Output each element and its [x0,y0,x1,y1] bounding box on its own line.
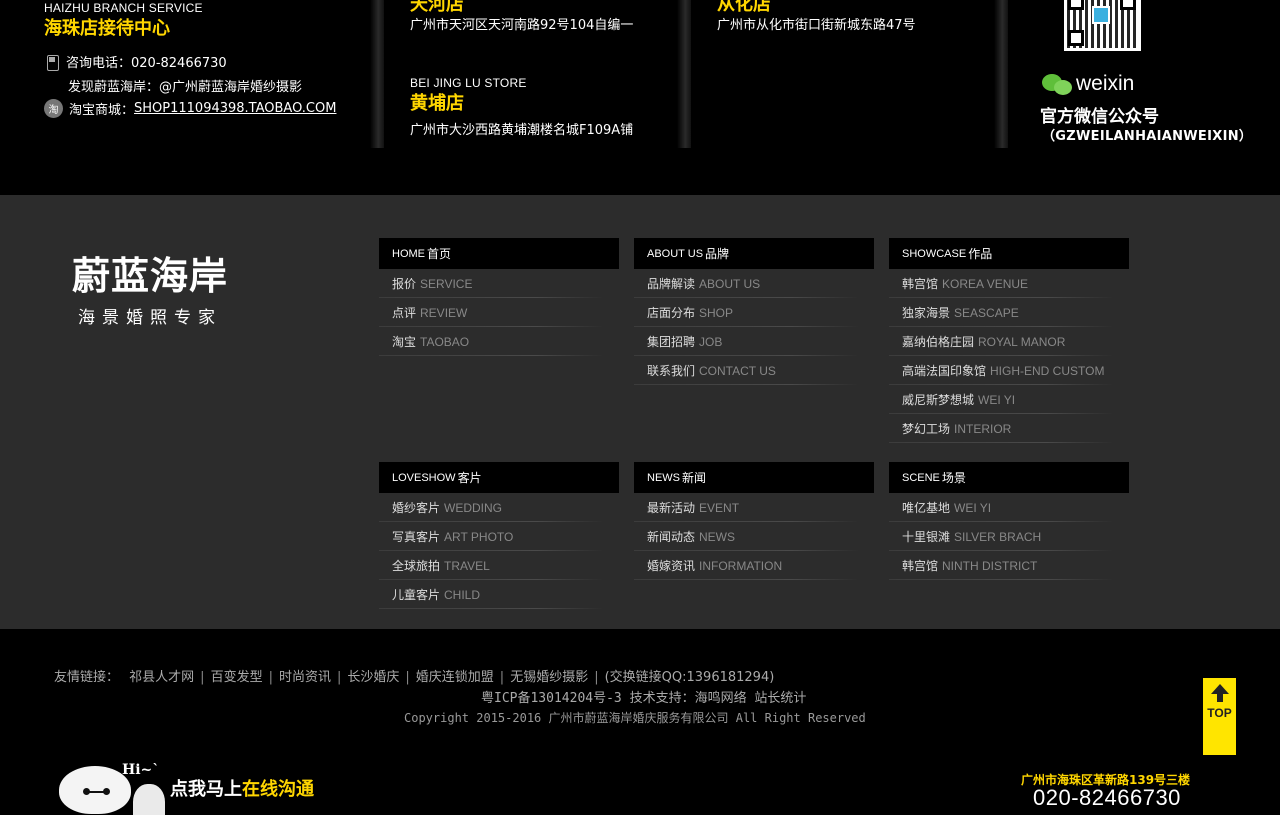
taobao-icon: 淘 [44,99,63,118]
phone-line: 咨询电话：020-82466730 [44,52,227,71]
nav-head-about[interactable]: ABOUT US 品牌 [634,238,874,269]
phone-text: 咨询电话：020-82466730 [66,56,227,71]
nav-item-art-photo[interactable]: 写真客片 ART PHOTO [379,522,619,551]
nav-item-job[interactable]: 集团招聘 JOB [634,327,874,356]
nav-item-wei-yi[interactable]: 威尼斯梦想城 WEI YI [889,385,1129,414]
taobao-link[interactable]: SHOP111094398.TAOBAO.COM [134,101,336,116]
exchange-link-note: (交换链接QQ:1396181294) [604,670,775,685]
nav-item-contact[interactable]: 联系我们 CONTACT US [634,356,874,385]
column-divider [370,0,384,148]
brand-tagline: 海景婚照专家 [78,308,222,328]
wechat-icon [1042,72,1072,96]
nav-item-review[interactable]: 点评 REVIEW [379,298,619,327]
footer-nav-section: 蔚蓝海岸 海景婚照专家 HOME 首页 报价 SERVICE 点评 REVIEW 淘宝… [0,195,1280,629]
nav-item-taobao[interactable]: 淘宝 TAOBAO [379,327,619,356]
friend-link[interactable]: 祁县人才网 [129,670,194,685]
chat-greeting: Hi~` [122,762,160,778]
nav-head-scene[interactable]: SCENE 场景 [889,462,1129,493]
chat-prefix: 点我马上 [170,779,242,800]
nav-head-showcase[interactable]: SHOWCASE 作品 [889,238,1129,269]
brand-logo[interactable]: 蔚蓝海岸 [72,257,228,295]
store-name-haizhu: 海珠店接待中心 [44,18,170,39]
wechat-logo-text: weixin [1076,72,1135,95]
wechat-logo: weixin [1042,72,1134,96]
back-to-top-label: TOP [1207,706,1232,720]
nav-head-news[interactable]: NEWS 新闻 [634,462,874,493]
nav-item-royal-manor[interactable]: 嘉纳伯格庄园 ROYAL MANOR [889,327,1129,356]
wechat-qr-code [1064,0,1141,51]
back-to-top-button[interactable]: TOP [1203,678,1236,755]
nav-item-korea-venue[interactable]: 韩宫馆 KOREA VENUE [889,269,1129,298]
friend-link[interactable]: 时尚资讯 [279,670,331,685]
store-en-huangpu: BEI JING LU STORE [410,76,527,90]
column-divider [677,0,691,148]
nav-head-home[interactable]: HOME 首页 [379,238,619,269]
icp-record[interactable]: 粤ICP备13014204号-3 技术支持：海鸣网络 站长统计 [481,687,806,706]
nav-group-scene: SCENE 场景 唯亿基地 WEI YI 十里银滩 SILVER BRACH 韩宫馆 N… [889,462,1129,580]
store-en-haizhu: HAIZHU BRANCH SERVICE [44,1,203,15]
chat-highlight: 在线沟通 [242,779,314,800]
nav-group-home: HOME 首页 报价 SERVICE 点评 REVIEW 淘宝 TAOBAO [379,238,619,356]
store-addr-tianhe: 广州市天河区天河南路92号104自编一 [410,18,634,33]
store-addr-huangpu: 广州市大沙西路黄埔潮楼名城F109A铺 [410,123,634,138]
nav-group-showcase: SHOWCASE 作品 韩宫馆 KOREA VENUE 独家海景 SEASCAPE 嘉… [889,238,1129,443]
nav-group-news: NEWS 新闻 最新活动 EVENT 新闻动态 NEWS 婚嫁资讯 INFORMATIO… [634,462,874,580]
friend-link[interactable]: 百变发型 [211,670,263,685]
nav-item-news[interactable]: 新闻动态 NEWS [634,522,874,551]
nav-item-event[interactable]: 最新活动 EVENT [634,493,874,522]
friend-link[interactable]: 长沙婚庆 [347,670,399,685]
taobao-line: 淘 淘宝商城： SHOP111094398.TAOBAO.COM [44,99,336,118]
weibo-line[interactable]: 发现蔚蓝海岸：@广州蔚蓝海岸婚纱摄影 [68,76,302,95]
copyright: Copyright 2015-2016 广州市蔚蓝海岸婚庆服务有限公司 All … [404,711,866,725]
bottom-phone: 020-82466730 [1033,785,1181,810]
qr-center-logo [1092,6,1110,24]
nav-item-shop[interactable]: 店面分布 SHOP [634,298,874,327]
nav-group-about: ABOUT US 品牌 品牌解读 ABOUT US 店面分布 SHOP 集团招聘 JOB… [634,238,874,385]
store-addr-conghua: 广州市从化市街口街新城东路47号 [717,18,916,33]
friend-link[interactable]: 无锡婚纱摄影 [510,670,588,685]
taobao-label: 淘宝商城： [69,103,135,118]
nav-item-information[interactable]: 婚嫁资讯 INFORMATION [634,551,874,580]
nav-item-silver-beach[interactable]: 十里银滩 SILVER BRACH [889,522,1129,551]
nav-item-interior[interactable]: 梦幻工场 INTERIOR [889,414,1129,443]
nav-item-high-end-custom[interactable]: 高端法国印象馆 HIGH-END CUSTOM [889,356,1129,385]
nav-item-wedding[interactable]: 婚纱客片 WEDDING [379,493,619,522]
friend-links: 友情链接： 祁县人才网 | 百变发型 | 时尚资讯 | 长沙婚庆 | 婚庆连锁加盟 | 无锡婚纱摄影… [54,670,775,685]
nav-item-about-us[interactable]: 品牌解读 ABOUT US [634,269,874,298]
weibo-text[interactable]: 发现蔚蓝海岸：@广州蔚蓝海岸婚纱摄影 [68,76,302,95]
nav-item-child[interactable]: 儿童客片 CHILD [379,580,619,609]
nav-head-loveshow[interactable]: LOVESHOW 客片 [379,462,619,493]
online-chat-link[interactable]: 点我马上在线沟通 [170,775,314,801]
friend-link[interactable]: 婚庆连锁加盟 [416,670,494,685]
column-divider [994,0,1008,148]
nav-item-travel[interactable]: 全球旅拍 TRAVEL [379,551,619,580]
phone-icon [44,54,60,71]
nav-item-service[interactable]: 报价 SERVICE [379,269,619,298]
nav-item-ninth-district[interactable]: 韩宫馆 NINTH DISTRICT [889,551,1129,580]
wechat-title: 官方微信公众号 [1040,107,1159,127]
arrow-up-icon [1210,684,1229,694]
store-name-huangpu: 黄埔店 [410,93,464,114]
store-band: HAIZHU BRANCH SERVICE 海珠店接待中心 咨询电话：020-8… [0,0,1280,195]
nav-item-seascape[interactable]: 独家海景 SEASCAPE [889,298,1129,327]
nav-group-loveshow: LOVESHOW 客片 婚纱客片 WEDDING 写真客片 ART PHOTO 全球旅… [379,462,619,609]
friend-links-label: 友情链接： [54,670,120,685]
nav-item-wei-yi-base[interactable]: 唯亿基地 WEI YI [889,493,1129,522]
wechat-id: （GZWEILANHAIANWEIXIN） [1042,129,1253,144]
